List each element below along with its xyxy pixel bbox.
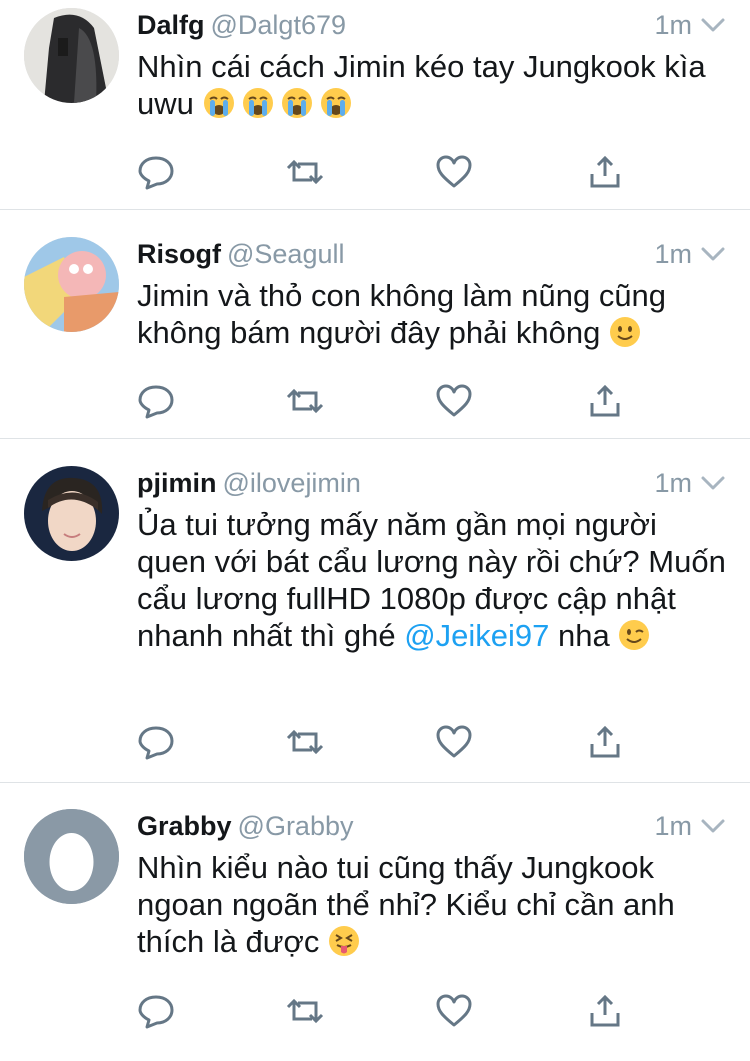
share-button[interactable] (586, 154, 624, 190)
like-button[interactable] (435, 724, 473, 760)
tweet-actions (137, 383, 637, 419)
avatar[interactable] (24, 8, 119, 103)
tweet-header: pjimin @ilovejimin 1m (137, 468, 726, 500)
share-icon (590, 994, 620, 1027)
timestamp[interactable]: 1m (654, 239, 692, 270)
avatar-image (24, 466, 119, 561)
retweet-icon (286, 388, 324, 414)
loudly-crying-face-icon (242, 87, 274, 119)
loudly-crying-face-icon (320, 87, 352, 119)
tweet[interactable]: Grabby @Grabby 1m Nhìn kiểu nào tui cũng … (0, 801, 750, 1061)
heart-icon (436, 384, 472, 417)
share-button[interactable] (586, 724, 624, 760)
default-egg-avatar-icon (24, 809, 119, 904)
tweet-header: Grabby @Grabby 1m (137, 811, 726, 843)
tweet-header: Risogf @Seagull 1m (137, 239, 726, 271)
tweet-actions (137, 993, 637, 1029)
reply-button[interactable] (137, 993, 175, 1029)
heart-icon (436, 155, 472, 188)
retweet-icon (286, 159, 324, 185)
timestamp[interactable]: 1m (654, 811, 692, 842)
reply-button[interactable] (137, 383, 175, 419)
display-name[interactable]: Grabby (137, 811, 232, 841)
display-name[interactable]: Dalfg (137, 10, 205, 40)
chevron-down-icon[interactable] (700, 14, 726, 36)
heart-icon (436, 994, 472, 1027)
username[interactable]: @Grabby (238, 811, 354, 841)
share-icon (590, 384, 620, 417)
tweet[interactable]: pjimin @ilovejimin 1m Ủa tui tưởng mấy nă… (0, 458, 750, 783)
like-button[interactable] (435, 383, 473, 419)
reply-icon (138, 385, 174, 419)
chevron-down-icon[interactable] (700, 243, 726, 265)
share-icon (590, 155, 620, 188)
retweet-button[interactable] (286, 724, 324, 760)
loudly-crying-face-icon (281, 87, 313, 119)
chevron-down-icon[interactable] (700, 815, 726, 837)
heart-icon (436, 725, 472, 758)
tweet-body: Jimin và thỏ con không làm nũng cũng khô… (137, 278, 667, 350)
share-icon (590, 725, 620, 758)
retweet-icon (286, 998, 324, 1024)
tweet[interactable]: Dalfg @Dalgt679 1m Nhìn cái cách Jimin ké… (0, 0, 750, 210)
retweet-button[interactable] (286, 383, 324, 419)
timestamp[interactable]: 1m (654, 468, 692, 499)
retweet-button[interactable] (286, 993, 324, 1029)
squinting-face-with-tongue-icon (328, 925, 360, 957)
avatar[interactable] (24, 466, 119, 561)
chevron-down-icon[interactable] (700, 472, 726, 494)
retweet-icon (286, 729, 324, 755)
divider (0, 209, 750, 210)
avatar-image (24, 237, 119, 332)
reply-icon (138, 995, 174, 1029)
mention-link[interactable]: @Jeikei97 (404, 618, 549, 653)
username[interactable]: @Seagull (227, 239, 344, 269)
like-button[interactable] (435, 154, 473, 190)
tweet-text: Ủa tui tưởng mấy năm gần mọi người quen … (137, 506, 727, 654)
tweet-text: Jimin và thỏ con không làm nũng cũng khô… (137, 277, 727, 351)
avatar-image (24, 8, 119, 103)
timestamp[interactable]: 1m (654, 10, 692, 41)
reply-button[interactable] (137, 154, 175, 190)
reply-button[interactable] (137, 724, 175, 760)
tweet-body: Nhìn kiểu nào tui cũng thấy Jungkook ngo… (137, 850, 675, 959)
reply-icon (138, 156, 174, 190)
share-button[interactable] (586, 993, 624, 1029)
divider (0, 782, 750, 783)
avatar[interactable] (24, 809, 119, 904)
reply-icon (138, 726, 174, 760)
retweet-button[interactable] (286, 154, 324, 190)
divider (0, 438, 750, 439)
username[interactable]: @Dalgt679 (211, 10, 347, 40)
like-button[interactable] (435, 993, 473, 1029)
tweet-actions (137, 724, 637, 760)
tweet-actions (137, 154, 637, 190)
tweet-body-end: nha (549, 618, 610, 653)
display-name[interactable]: Risogf (137, 239, 221, 269)
share-button[interactable] (586, 383, 624, 419)
tweet-text: Nhìn kiểu nào tui cũng thấy Jungkook ngo… (137, 849, 727, 960)
username[interactable]: @ilovejimin (223, 468, 361, 498)
display-name[interactable]: pjimin (137, 468, 217, 498)
slightly-smiling-face-icon (609, 316, 641, 348)
tweet[interactable]: Risogf @Seagull 1m Jimin và thỏ con không… (0, 229, 750, 439)
loudly-crying-face-icon (203, 87, 235, 119)
tweet-header: Dalfg @Dalgt679 1m (137, 10, 726, 42)
tweet-text: Nhìn cái cách Jimin kéo tay Jungkook kìa… (137, 48, 727, 122)
avatar[interactable] (24, 237, 119, 332)
winking-face-icon (618, 619, 650, 651)
